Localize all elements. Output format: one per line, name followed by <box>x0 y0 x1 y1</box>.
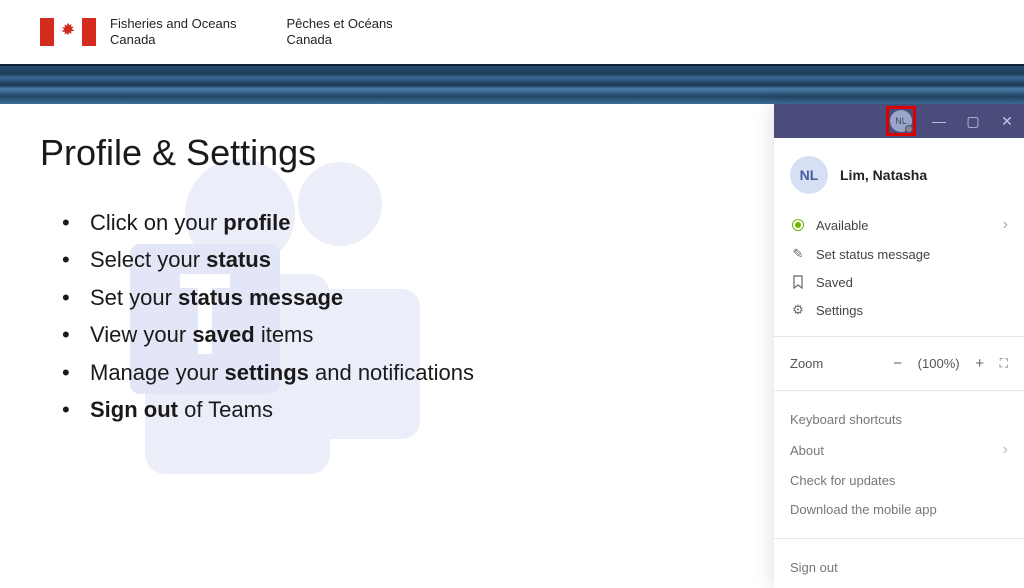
menu-settings[interactable]: ⚙ Settings <box>774 296 1024 324</box>
gear-icon: ⚙ <box>790 302 806 318</box>
chevron-right-icon: › <box>1003 216 1008 234</box>
menu-about[interactable]: About› <box>774 434 1024 466</box>
user-name: Lim, Natasha <box>840 167 927 183</box>
bookmark-icon <box>790 274 806 290</box>
dept-fr: Pêches et OcéansCanada <box>286 16 392 49</box>
zoom-out-button[interactable]: − <box>888 355 908 372</box>
avatar: NL <box>790 156 828 194</box>
presence-dot-icon <box>905 125 913 133</box>
menu-download-app[interactable]: Download the mobile app <box>774 495 1024 524</box>
teams-profile-panel: NL — ▢ ✕ NL Lim, Natasha Available › ✎ S… <box>774 104 1024 588</box>
divider <box>774 538 1024 539</box>
window-titlebar: NL — ▢ ✕ <box>774 104 1024 138</box>
divider <box>774 390 1024 391</box>
fullscreen-icon[interactable]: ⛶ <box>1000 356 1008 371</box>
chevron-right-icon: › <box>1003 441 1008 459</box>
dept-en-line2: Canada <box>110 32 156 47</box>
minimize-button[interactable]: — <box>922 104 956 138</box>
presence-available-icon <box>793 220 803 230</box>
zoom-label: Zoom <box>790 356 823 371</box>
dept-en-line1: Fisheries and Oceans <box>110 16 236 31</box>
zoom-value: (100%) <box>918 356 960 371</box>
close-button[interactable]: ✕ <box>990 104 1024 138</box>
zoom-row: Zoom − (100%) + ⛶ <box>774 345 1024 382</box>
titlebar-avatar[interactable]: NL <box>890 110 912 132</box>
megaphone-icon: ✎ <box>790 246 806 262</box>
menu-sign-out[interactable]: Sign out <box>774 553 1024 582</box>
menu-check-updates[interactable]: Check for updates <box>774 466 1024 495</box>
water-banner <box>0 64 1024 104</box>
profile-avatar-highlight: NL <box>886 106 916 136</box>
menu-keyboard-shortcuts[interactable]: Keyboard shortcuts <box>774 405 1024 434</box>
menu-saved[interactable]: Saved <box>774 268 1024 296</box>
menu-available[interactable]: Available › <box>774 210 1024 240</box>
canada-flag-icon <box>40 18 96 46</box>
profile-header: NL Lim, Natasha <box>774 138 1024 206</box>
menu-set-status[interactable]: ✎ Set status message <box>774 240 1024 268</box>
gov-header: Fisheries and OceansCanada Pêches et Océ… <box>0 0 1024 64</box>
divider <box>774 336 1024 337</box>
dept-en: Fisheries and OceansCanada <box>40 16 236 49</box>
zoom-in-button[interactable]: + <box>970 355 990 372</box>
maximize-button[interactable]: ▢ <box>956 104 990 138</box>
